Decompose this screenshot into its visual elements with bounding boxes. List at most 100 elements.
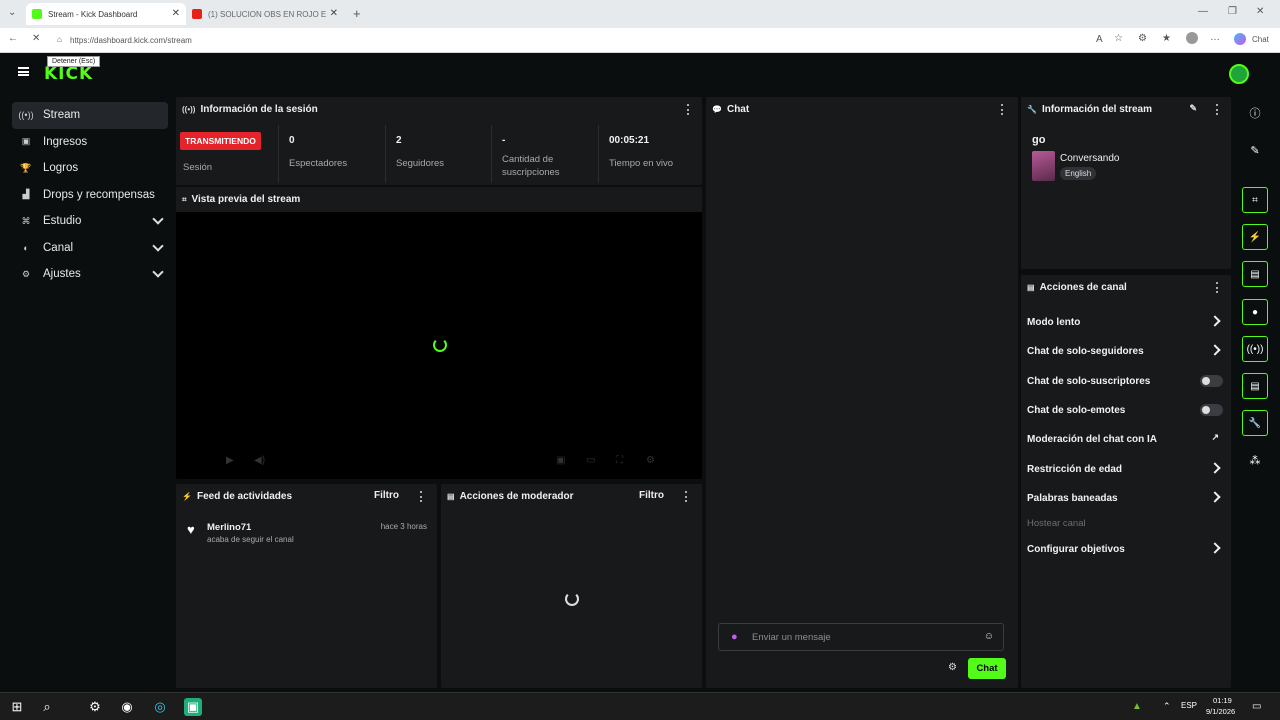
filter-button[interactable]: Filtro [374, 490, 399, 501]
url-input[interactable]: ⌂ https://dashboard.kick.com/stream [52, 31, 1092, 50]
restore-icon[interactable]: ❐ [1228, 6, 1237, 17]
row-label: Palabras baneadas [1027, 492, 1118, 504]
category-name[interactable]: Conversando [1060, 153, 1119, 164]
settings-icon[interactable]: ⚙ [646, 455, 655, 466]
new-tab-icon[interactable]: + [353, 6, 361, 21]
row-label: Chat de solo-suscriptores [1027, 375, 1151, 387]
extensions-icon[interactable]: ⚙ [1138, 33, 1147, 44]
sidebar-item-canal[interactable]: ◐ Canal [12, 235, 168, 262]
profile-avatar[interactable] [1186, 32, 1198, 44]
configure-goals-row[interactable]: Configurar objetivos [1027, 539, 1223, 559]
chat-settings-icon[interactable]: ⚙ [948, 662, 957, 673]
kebab-menu-icon[interactable] [1216, 104, 1219, 115]
stop-icon[interactable]: ✕ [32, 33, 40, 44]
panel-header: ▤ Acciones de moderador Filtro [441, 484, 702, 509]
favorites-icon[interactable]: ★ [1162, 33, 1171, 44]
row-label: Chat de solo-emotes [1027, 404, 1126, 416]
tab-list-icon[interactable]: ⌄ [8, 7, 16, 18]
tray-app-icon[interactable]: ▲ [1132, 701, 1142, 712]
edge-icon[interactable]: ◎ [151, 698, 169, 716]
preview-toggle-icon[interactable]: ⌗ [1242, 187, 1268, 213]
row-label: Restricción de edad [1027, 463, 1123, 475]
age-restriction-row[interactable]: Restricción de edad [1027, 459, 1223, 479]
edit-icon[interactable]: ✎ [1189, 103, 1197, 114]
close-window-icon[interactable]: ✕ [1256, 6, 1264, 17]
followers-only-row[interactable]: Chat de solo-seguidores [1027, 341, 1223, 361]
windows-start-icon[interactable]: ⊞ [8, 698, 26, 716]
broadcast-icon[interactable]: ((•)) [1242, 336, 1268, 362]
close-tab-icon[interactable]: ✕ [172, 8, 180, 19]
sidebar-item-drops[interactable]: ▟ Drops y recompensas [12, 182, 168, 209]
notifications-icon[interactable]: ▭ [1252, 701, 1261, 712]
clock-date[interactable]: 9/1/2026 [1206, 707, 1235, 716]
browser-tab-kick[interactable]: Stream - Kick Dashboard ✕ [26, 3, 186, 25]
volume-icon[interactable]: ◀) [254, 455, 265, 466]
search-icon[interactable]: ⌕ [38, 698, 56, 716]
sidebar: ((•)) Stream ▣ Ingresos 🏆 Logros ▟ Drops… [12, 102, 168, 288]
chat-input[interactable]: ● Enviar un mensaje ☺ [718, 623, 1004, 651]
kebab-menu-icon[interactable] [420, 491, 423, 502]
kebab-menu-icon[interactable] [1001, 104, 1004, 115]
category-thumbnail[interactable] [1032, 151, 1055, 181]
play-icon[interactable]: ▶ [226, 455, 234, 466]
slow-mode-row[interactable]: Modo lento [1027, 312, 1223, 332]
steam-icon[interactable]: ◉ [118, 698, 136, 716]
kick-favicon-icon [32, 9, 42, 19]
sidebar-item-logros[interactable]: 🏆 Logros [12, 155, 168, 182]
subscribers-only-toggle[interactable] [1200, 375, 1223, 387]
emoji-icon[interactable]: ☺ [984, 631, 994, 642]
banned-words-row[interactable]: Palabras baneadas [1027, 488, 1223, 508]
kebab-menu-icon[interactable] [685, 491, 688, 502]
activity-user[interactable]: Merlino71 [207, 522, 251, 533]
sidebar-item-ajustes[interactable]: ⚙ Ajustes [12, 261, 168, 288]
copilot-label[interactable]: Chat [1252, 35, 1269, 44]
send-chat-button[interactable]: Chat [968, 658, 1006, 679]
widgets-icon[interactable]: ⁂ [1242, 449, 1268, 471]
followers-label: Seguidores [396, 158, 445, 169]
chat-bubble-icon: 💬 [712, 105, 722, 114]
hamburger-menu-icon[interactable] [18, 67, 29, 76]
app-icon[interactable]: ▣ [184, 698, 202, 716]
channel-actions-icon[interactable]: ▤ [1242, 373, 1268, 399]
wrench-icon[interactable]: 🔧 [1242, 410, 1268, 436]
browser-tab-youtube[interactable]: (1) SOLUCION OBS EN ROJO EN KI ✕ [186, 3, 344, 25]
edit-icon[interactable]: ✎ [1242, 139, 1268, 161]
theater-icon[interactable]: ▭ [586, 455, 595, 466]
chevron-right-icon [1209, 344, 1221, 356]
sidebar-item-label: Estudio [43, 215, 82, 228]
pip-icon[interactable]: ▣ [556, 455, 565, 466]
stream-preview-panel: ⌗ Vista previa del stream ▶ ◀) ▣ ▭ ⛶ ⚙ [176, 187, 702, 479]
filter-button[interactable]: Filtro [639, 490, 664, 501]
kebab-menu-icon[interactable] [1216, 282, 1219, 293]
fullscreen-icon[interactable]: ⛶ [616, 455, 623, 466]
settings-icon[interactable]: ⚙ [86, 698, 104, 716]
user-avatar[interactable] [1229, 64, 1249, 84]
info-icon[interactable]: ⓘ [1242, 102, 1268, 124]
minimize-icon[interactable]: — [1198, 6, 1208, 17]
back-icon[interactable]: ← [8, 33, 18, 44]
kick-logo[interactable]: KICK [44, 64, 93, 84]
copilot-icon[interactable] [1234, 33, 1246, 45]
read-aloud-icon[interactable]: A [1096, 34, 1103, 45]
sidebar-item-stream[interactable]: ((•)) Stream [12, 102, 168, 129]
document-icon[interactable]: ▤ [1242, 261, 1268, 287]
sidebar-item-label: Canal [43, 241, 74, 254]
favorite-icon[interactable]: ☆ [1114, 33, 1123, 44]
stream-info-panel: 🔧 Información del stream ✎ go Conversand… [1021, 97, 1231, 269]
close-tab-icon[interactable]: ✕ [330, 8, 338, 19]
sidebar-item-ingresos[interactable]: ▣ Ingresos [12, 129, 168, 156]
sidebar-item-estudio[interactable]: ⌘ Estudio [12, 208, 168, 235]
tray-chevron-icon[interactable]: ⌃ [1163, 701, 1171, 712]
viewers-stat: 0 Espectadores [279, 125, 386, 183]
more-icon[interactable]: … [1210, 32, 1220, 43]
panel-title: Feed de actividades [196, 491, 293, 502]
emotes-only-toggle[interactable] [1200, 404, 1223, 416]
lightning-icon[interactable]: ⚡ [1242, 224, 1268, 250]
site-info-icon[interactable]: ⌂ [57, 35, 62, 44]
ai-moderation-row[interactable]: Moderación del chat con IA ↗ [1027, 429, 1223, 449]
chat-bubble-icon[interactable]: ● [1242, 299, 1268, 325]
clock-time[interactable]: 01:19 [1213, 696, 1232, 705]
language-indicator[interactable]: ESP [1181, 701, 1197, 710]
microphone-icon[interactable]: ● [731, 631, 738, 643]
kebab-menu-icon[interactable] [687, 104, 690, 115]
